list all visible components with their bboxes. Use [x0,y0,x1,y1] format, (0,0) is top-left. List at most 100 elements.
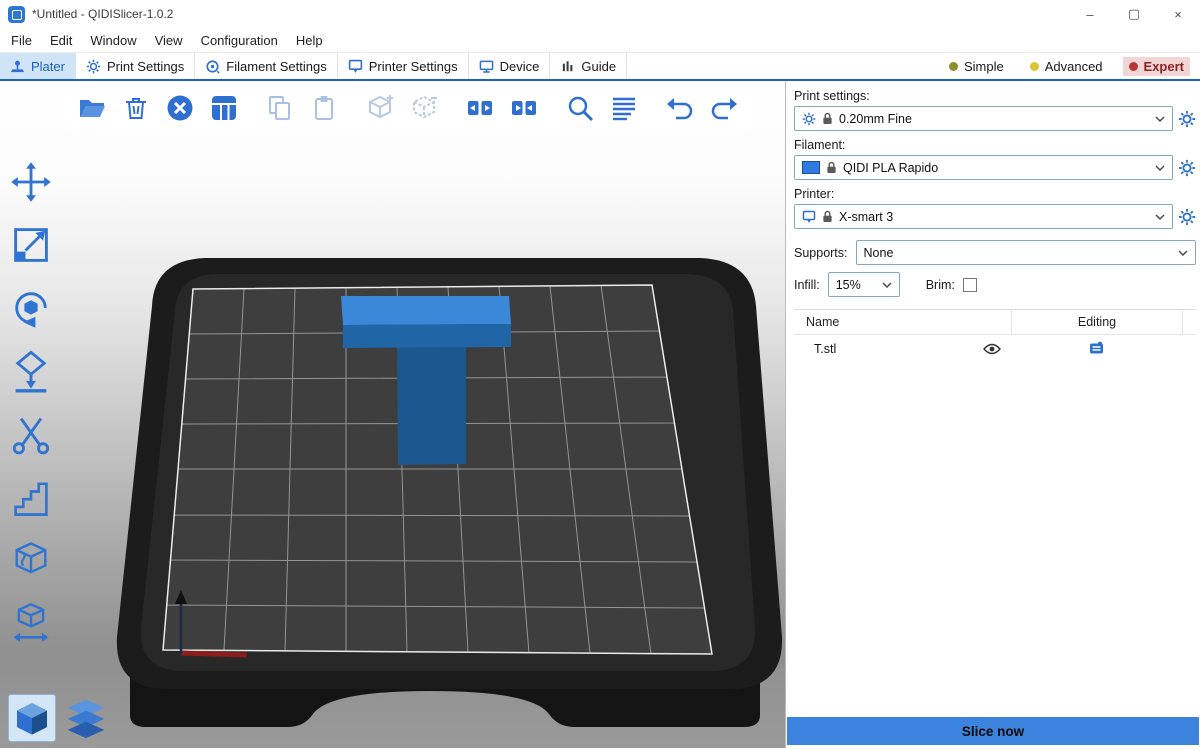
redo-button[interactable] [704,88,744,128]
seam-icon [9,538,53,582]
split-to-objects-icon [465,93,495,123]
mode-label: Expert [1144,59,1184,74]
print-settings-gear-button[interactable] [1178,110,1196,128]
supports-combo[interactable]: None [856,240,1196,265]
split-to-objects-button[interactable] [460,88,500,128]
filament-color-swatch [802,161,820,174]
minimize-button[interactable]: – [1068,0,1112,28]
paste-icon [309,93,339,123]
remove-instance-button[interactable] [404,88,444,128]
mode-expert[interactable]: Expert [1123,57,1190,76]
split-to-parts-icon [509,93,539,123]
3d-editor-view-button[interactable] [8,694,56,742]
tab-printer-settings[interactable]: Printer Settings [338,53,469,79]
menu-help[interactable]: Help [287,28,332,52]
brim-checkbox[interactable] [963,278,977,292]
scale-icon [9,223,53,267]
add-instance-icon [365,93,395,123]
infill-value: 15% [836,278,861,292]
variable-layer-height-button[interactable] [604,88,644,128]
rotate-tool-button[interactable] [4,283,58,333]
chevron-down-icon [1155,116,1165,122]
delete-button[interactable] [116,88,156,128]
object-list: Name Editing T.stl [794,309,1196,717]
mode-advanced[interactable]: Advanced [1024,57,1109,76]
device-icon [479,59,494,74]
guide-icon [560,59,575,74]
view-toggles [8,694,110,742]
infill-combo[interactable]: 15% [828,272,900,297]
visibility-eye-icon[interactable] [983,343,1001,355]
seam-tool-button[interactable] [4,535,58,585]
3d-viewport[interactable] [0,81,785,748]
copy-button[interactable] [260,88,300,128]
tab-print-settings[interactable]: Print Settings [76,53,195,79]
print-settings-combo[interactable]: 0.20mm Fine [794,106,1173,131]
printer-label: Printer: [794,187,1196,201]
column-header-name: Name [794,315,1011,329]
filament-gear-button[interactable] [1178,159,1196,177]
filament-combo[interactable]: QIDI PLA Rapido [794,155,1173,180]
right-panel: Print settings: 0.20mm Fine Filament: QI… [785,81,1200,748]
supports-label: Supports: [794,246,848,260]
search-button[interactable] [560,88,600,128]
delete-icon [121,93,151,123]
object-name: T.stl [814,342,836,356]
simple-dot-icon [949,62,958,71]
app-logo-icon [8,6,25,23]
printer-combo[interactable]: X-smart 3 [794,204,1173,229]
tab-guide[interactable]: Guide [550,53,627,79]
add-instance-button[interactable] [360,88,400,128]
place-on-face-tool-button[interactable] [4,346,58,396]
printer-gear-button[interactable] [1178,208,1196,226]
cut-tool-button[interactable] [4,409,58,459]
preview-layers-view-button[interactable] [62,694,110,742]
column-header-editing: Editing [1012,315,1182,329]
model-stem-front-face [397,347,466,465]
top-toolbar [64,86,752,130]
mode-label: Advanced [1045,59,1103,74]
main-area: Print settings: 0.20mm Fine Filament: QI… [0,81,1200,748]
menu-edit[interactable]: Edit [41,28,81,52]
open-folder-button[interactable] [72,88,112,128]
tab-filament-settings[interactable]: Filament Settings [195,53,337,79]
filament-label: Filament: [794,138,1196,152]
3d-view-cube-icon [12,698,52,738]
paint-supports-icon [9,475,53,519]
mode-simple[interactable]: Simple [943,57,1010,76]
undo-button[interactable] [660,88,700,128]
measure-icon [9,601,53,645]
menu-configuration[interactable]: Configuration [192,28,287,52]
paste-button[interactable] [304,88,344,128]
measure-tool-button[interactable] [4,598,58,648]
object-row-tstl[interactable]: T.stl [794,335,1196,362]
move-tool-button[interactable] [4,157,58,207]
arrange-button[interactable] [204,88,244,128]
menu-view[interactable]: View [146,28,192,52]
lock-icon [822,210,833,223]
copy-icon [265,93,295,123]
mode-label: Simple [964,59,1004,74]
column-gutter [1182,310,1196,334]
object-settings-icon[interactable] [1089,341,1104,356]
maximize-button[interactable]: ▢ [1112,0,1156,28]
close-button[interactable]: × [1156,0,1200,28]
left-toolbar [4,157,62,648]
redo-icon [709,93,739,123]
scale-tool-button[interactable] [4,220,58,270]
printer-icon [802,210,816,224]
slice-now-button[interactable]: Slice now [787,717,1199,745]
split-to-parts-button[interactable] [504,88,544,128]
delete-all-button[interactable] [160,88,200,128]
menu-window[interactable]: Window [81,28,145,52]
chevron-down-icon [1178,250,1188,256]
gear-icon [802,112,816,126]
variable-layer-height-icon [609,93,639,123]
menu-file[interactable]: File [2,28,41,52]
lock-icon [826,161,837,174]
plater-icon [10,59,25,74]
layers-view-icon [64,696,108,740]
tab-device[interactable]: Device [469,53,551,79]
paint-supports-tool-button[interactable] [4,472,58,522]
tab-plater[interactable]: Plater [0,53,76,79]
